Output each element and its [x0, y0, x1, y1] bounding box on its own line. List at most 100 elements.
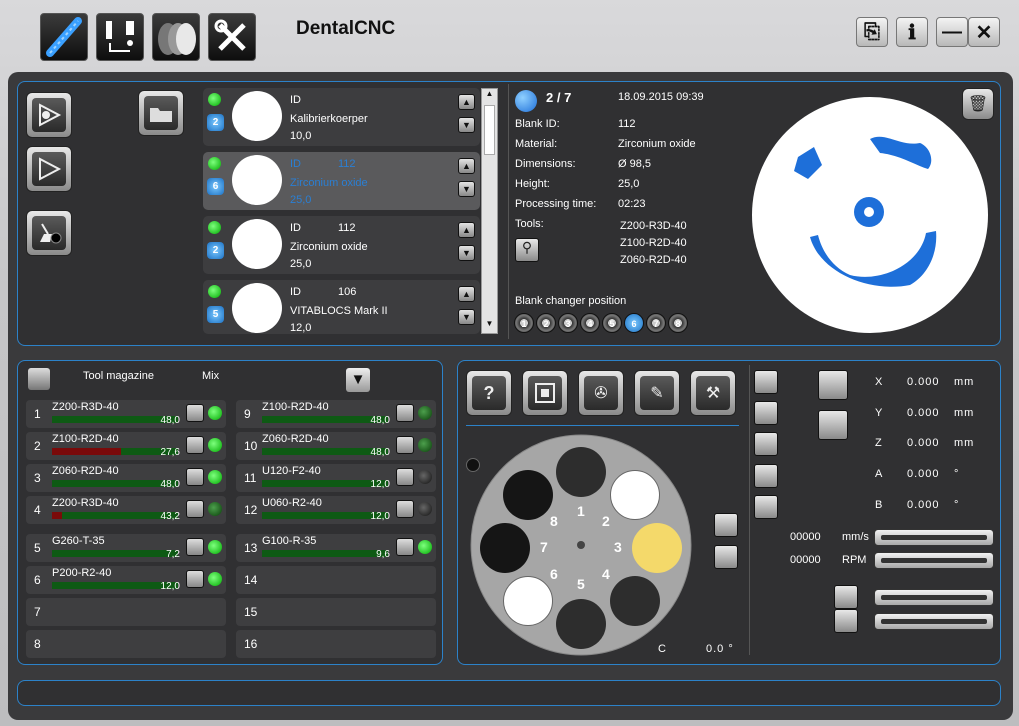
job-list-scrollbar[interactable]: ▲ ▼	[481, 88, 498, 334]
tool-edit-button[interactable]	[396, 404, 414, 422]
spray-button[interactable]: ✇	[578, 370, 624, 416]
tool-edit-button[interactable]	[396, 436, 414, 454]
tool-edit-button[interactable]	[186, 404, 204, 422]
start-job-button[interactable]	[26, 92, 72, 138]
changer-position[interactable]: 7	[646, 313, 666, 333]
tool-slot[interactable]: 5 G260-T-35 7,2	[26, 534, 226, 562]
play-button[interactable]	[26, 146, 72, 192]
tool-slot-number: 3	[34, 471, 41, 485]
changer-position[interactable]: 4	[580, 313, 600, 333]
changer-position[interactable]: 3	[558, 313, 578, 333]
vacuum-button[interactable]	[834, 585, 858, 609]
scroll-thumb[interactable]	[484, 105, 495, 155]
move-up-button[interactable]: ▲	[458, 94, 475, 110]
changer-position[interactable]: 8	[668, 313, 688, 333]
tool-change-button[interactable]: ⚒	[690, 370, 736, 416]
move-down-button[interactable]: ▼	[458, 245, 475, 261]
tool-status-led	[208, 470, 222, 484]
minimize-button[interactable]: —	[936, 17, 968, 47]
carousel-slot-4[interactable]	[610, 576, 660, 626]
clamp-button[interactable]	[714, 513, 738, 537]
door-button[interactable]	[522, 370, 568, 416]
job-item[interactable]: 2 ID Kalibrierkoerper 10,0 ▲ ▼	[203, 88, 480, 146]
clean-button[interactable]	[26, 210, 72, 256]
close-button[interactable]: ✕	[968, 17, 1000, 47]
axis-probe-button[interactable]	[754, 464, 778, 488]
move-up-button[interactable]: ▲	[458, 158, 475, 174]
open-folder-button[interactable]	[138, 90, 184, 136]
tool-life-value: 48,0	[160, 479, 180, 490]
magazine-menu-button[interactable]: ▼	[346, 368, 370, 392]
axis-measure-button[interactable]	[754, 432, 778, 456]
tool-life-value: 48,0	[370, 447, 390, 458]
brush-button[interactable]: ✎	[634, 370, 680, 416]
scroll-up-icon[interactable]: ▲	[482, 89, 497, 103]
tool-edit-button[interactable]	[186, 500, 204, 518]
tool-edit-button[interactable]	[396, 468, 414, 486]
job-item[interactable]: 5 ID 106 VITABLOCS Mark II 12,0 ▲ ▼	[203, 280, 480, 334]
axis-home-button[interactable]	[754, 370, 778, 394]
carousel-slot-2[interactable]	[610, 470, 660, 520]
tool-slot[interactable]: 13 G100-R-35 9,6	[236, 534, 436, 562]
tool-slot[interactable]: 4 Z200-R3D-40 43,2	[26, 496, 226, 524]
carousel-slot-7[interactable]	[480, 523, 530, 573]
axis-coolant-button[interactable]	[754, 495, 778, 519]
tool-bar-button[interactable]	[40, 13, 88, 61]
scroll-down-icon[interactable]: ▼	[482, 319, 497, 333]
tool-edit-button[interactable]	[186, 538, 204, 556]
exit-button[interactable]: ⎘	[856, 17, 888, 47]
info-button[interactable]: ℹ	[896, 17, 928, 47]
tool-detail-button[interactable]: ⚲	[515, 238, 539, 262]
tool-edit-button[interactable]	[396, 500, 414, 518]
tool-slot[interactable]: 8	[26, 630, 226, 658]
changer-position[interactable]: 1	[514, 313, 534, 333]
tool-slot[interactable]: 15	[236, 598, 436, 626]
pressure-button[interactable]	[834, 609, 858, 633]
changer-position[interactable]: 2	[536, 313, 556, 333]
blank-disc-icon	[158, 23, 196, 55]
tool-slot[interactable]: 14	[236, 566, 436, 594]
tool-slot[interactable]: 1 Z200-R3D-40 48,0	[26, 400, 226, 428]
changer-position[interactable]: 6	[624, 313, 644, 333]
tool-edit-button[interactable]	[396, 538, 414, 556]
tool-edit-button[interactable]	[186, 468, 204, 486]
move-down-button[interactable]: ▼	[458, 181, 475, 197]
carousel-slot-6[interactable]	[503, 576, 553, 626]
help-button[interactable]: ?	[466, 370, 512, 416]
job-slot-badge: 2	[207, 114, 224, 131]
unclamp-button[interactable]	[714, 545, 738, 569]
tool-edit-button[interactable]	[186, 436, 204, 454]
tool-slot[interactable]: 6 P200-R2-40 12,0	[26, 566, 226, 594]
carousel-slot-1[interactable]	[556, 447, 606, 497]
tool-slot[interactable]: 3 Z060-R2D-40 48,0	[26, 464, 226, 492]
tool-slot[interactable]: 16	[236, 630, 436, 658]
tool-slot-number: 10	[244, 439, 258, 453]
move-up-button[interactable]: ▲	[458, 222, 475, 238]
changer-position[interactable]: 5	[602, 313, 622, 333]
settings-tools-button[interactable]	[208, 13, 256, 61]
tool-magazine-icon[interactable]	[28, 368, 50, 390]
tool-slot[interactable]: 2 Z100-R2D-40 27,6	[26, 432, 226, 460]
job-item[interactable]: 6 ID 112 Zirconium oxide 25,0 ▲ ▼	[203, 152, 480, 210]
axis-zero-button[interactable]	[754, 401, 778, 425]
move-down-button[interactable]: ▼	[458, 309, 475, 325]
move-down-button[interactable]: ▼	[458, 117, 475, 133]
tool-slot[interactable]: 11 U120-F2-40 12,0	[236, 464, 436, 492]
tool-edit-button[interactable]	[186, 570, 204, 588]
carousel-slot-5[interactable]	[556, 599, 606, 649]
calibrate-button[interactable]	[818, 410, 848, 440]
carousel-slot-8[interactable]	[503, 470, 553, 520]
carousel-slot-3[interactable]	[632, 523, 682, 573]
job-item[interactable]: 2 ID 112 Zirconium oxide 25,0 ▲ ▼	[203, 216, 480, 274]
tool-slot[interactable]: 12 U060-R2-40 12,0	[236, 496, 436, 524]
tool-slot[interactable]: 9 Z100-R2D-40 48,0	[236, 400, 436, 428]
machine-calibration-button[interactable]	[96, 13, 144, 61]
tool-slot[interactable]: 7	[26, 598, 226, 626]
exit-icon: ⎘	[864, 20, 880, 43]
tool-slot-number: 1	[34, 407, 41, 421]
blank-disc-button[interactable]	[152, 13, 200, 61]
move-up-button[interactable]: ▲	[458, 286, 475, 302]
tool-slot[interactable]: 10 Z060-R2D-40 48,0	[236, 432, 436, 460]
reference-button[interactable]	[818, 370, 848, 400]
job-order-controls: ▲ ▼	[458, 286, 476, 332]
